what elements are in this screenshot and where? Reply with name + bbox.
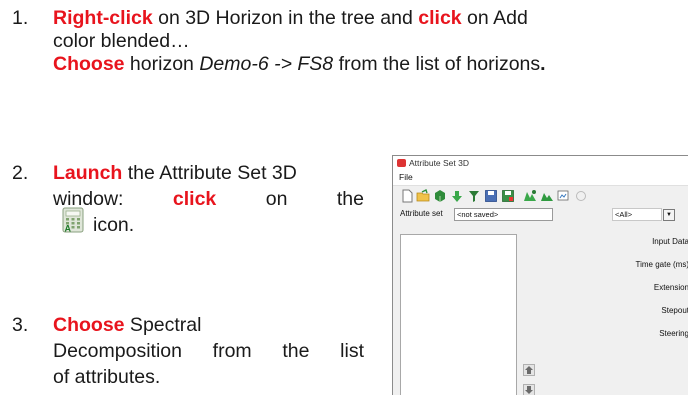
param-stepout: Stepout [661,306,688,315]
step-3-line-1: Choose Spectral [53,314,201,337]
chevron-down-icon[interactable]: ▼ [663,209,675,221]
action-word: Choose [53,53,125,75]
attribute-arrow-icon[interactable] [450,189,464,203]
attribute-set-row: Attribute set <not saved> <All> ▼ [393,208,688,222]
filter-down-icon[interactable] [467,189,481,203]
param-input-data: Input Data [652,237,688,246]
step-number: 1. [12,7,28,30]
attribute-list[interactable] [400,234,517,395]
attribute-filter-select[interactable]: <All> [612,208,662,221]
move-up-icon[interactable] [523,364,535,376]
param-steering: Steering [659,329,688,338]
instruction-text: on 3D Horizon in the tree and [153,7,419,29]
action-word: click [418,7,461,29]
move-down-icon[interactable] [523,384,535,395]
save-icon[interactable] [484,189,498,203]
svg-text:A: A [65,224,72,234]
attribute-set-window: Attribute Set 3D File Attribute set <not… [392,155,688,395]
step-2-line-3: icon. [93,214,134,237]
step-1-line-3: Choose horizon Demo-6 -> FS8 from the li… [53,53,546,76]
menu-file[interactable]: File [399,172,413,182]
step-number: 2. [12,162,28,185]
word: the [282,340,309,363]
attribute-cube-icon[interactable] [433,189,447,203]
step-1-line-2: color blended… [53,30,190,53]
step-number: 3. [12,314,28,337]
horizon-name: Demo-6 -> FS8 [199,53,333,75]
instruction-text: from the list of horizons [333,53,540,75]
attribute-set-name-field[interactable]: <not saved> [454,208,553,221]
word: the [337,188,364,211]
word: list [340,340,364,363]
instruction-text: horizon [125,53,200,75]
window-titlebar: Attribute Set 3D [393,156,688,171]
instruction-text: Spectral [125,314,202,336]
instruction-text: on Add [462,7,528,29]
word: Decomposition [53,340,182,363]
step-2-line-1: Launch the Attribute Set 3D [53,162,297,185]
action-word: Choose [53,314,125,336]
attribute-set-label: Attribute set [400,209,443,218]
action-word: Right-click [53,7,153,29]
word: on [266,188,288,211]
app-icon [397,159,406,167]
period: . [540,53,545,75]
step-2-line-2: window: click on the [53,188,364,211]
param-extension: Extension [654,283,688,292]
action-word: Launch [53,162,122,184]
import-attributes-icon[interactable] [540,189,554,203]
menu-bar: File [393,171,688,186]
attribute-calculator-icon: A [62,207,84,233]
toolbar [393,186,688,206]
new-file-icon[interactable] [400,189,414,203]
attribute-set-icon[interactable] [523,189,537,203]
display-icon[interactable] [557,189,571,203]
help-icon[interactable] [574,189,588,203]
open-folder-icon[interactable] [416,189,430,203]
step-3-line-2: Decomposition from the list [53,340,364,363]
action-word: click [173,188,216,211]
instruction-text: the Attribute Set 3D [122,162,297,184]
param-time-gate: Time gate (ms) [636,260,688,269]
step-3-line-3: of attributes. [53,366,160,389]
window-title: Attribute Set 3D [409,158,469,168]
word: from [213,340,252,363]
save-as-icon[interactable] [501,189,515,203]
step-1-line-1: Right-click on 3D Horizon in the tree an… [53,7,528,30]
